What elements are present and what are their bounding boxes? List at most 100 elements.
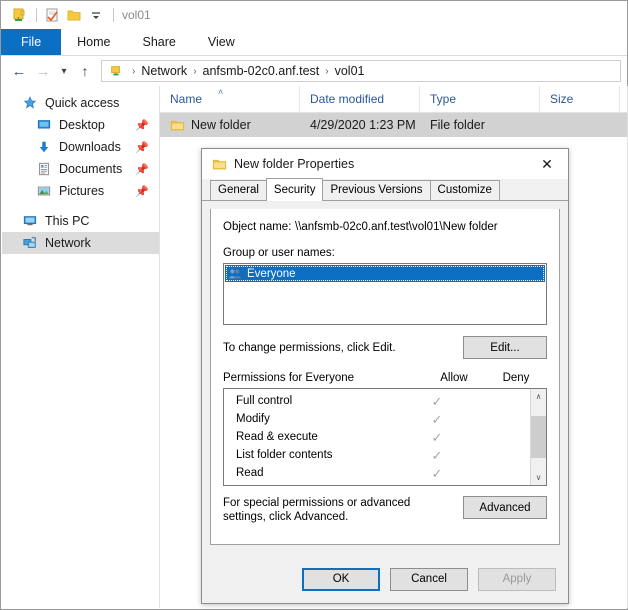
tab-general[interactable]: General (210, 180, 267, 200)
allow-checkbox[interactable]: ✓ (406, 449, 468, 462)
folder-icon[interactable] (64, 5, 84, 25)
check-icon: ✓ (431, 393, 443, 409)
pin-icon[interactable]: 📌 (135, 119, 149, 132)
allow-checkbox[interactable]: ✓ (406, 467, 468, 480)
permission-row[interactable]: Read ✓ (224, 464, 530, 482)
sidebar-item-quick-access[interactable]: Quick access (2, 92, 159, 114)
pin-icon[interactable]: 📌 (135, 185, 149, 198)
column-header-size[interactable]: Size (540, 86, 620, 112)
table-row[interactable]: New folder 4/29/2020 1:23 PM File folder (160, 113, 628, 137)
column-header-date-modified[interactable]: Date modified (300, 86, 420, 112)
sidebar-item-desktop[interactable]: Desktop 📌 (2, 114, 159, 136)
permission-row[interactable]: Full control ✓ (224, 392, 530, 410)
breadcrumb-server[interactable]: anfsmb-02c0.anf.test (201, 64, 322, 78)
column-headers: ˄ Name Date modified Type Size (160, 86, 628, 113)
close-icon[interactable]: ✕ (526, 150, 568, 179)
tab-share[interactable]: Share (127, 29, 192, 55)
scrollbar-thumb[interactable] (531, 416, 546, 458)
permission-label: Read (236, 467, 264, 479)
permissions-listbox[interactable]: Full control ✓ Modify ✓ Read & execute ✓… (223, 388, 547, 486)
sidebar-label: Downloads (59, 140, 121, 154)
tab-home[interactable]: Home (61, 29, 126, 55)
pictures-icon (36, 183, 52, 199)
sidebar-item-this-pc[interactable]: This PC (2, 210, 159, 232)
cell-type: File folder (430, 118, 485, 132)
sidebar-label: This PC (45, 214, 90, 228)
object-name-value: \\anfsmb-02c0.anf.test\vol01\New folder (295, 221, 498, 233)
folder-pin-icon[interactable] (9, 5, 29, 25)
properties-checkmark-icon[interactable] (42, 5, 62, 25)
column-label: Type (430, 92, 457, 106)
scroll-up-icon[interactable]: ∧ (531, 389, 546, 404)
pin-icon[interactable]: 📌 (135, 141, 149, 154)
recent-locations-button[interactable]: ▾ (55, 60, 73, 82)
permission-label: Modify (236, 413, 270, 425)
window-title: vol01 (122, 8, 151, 22)
network-icon (22, 235, 38, 251)
dialog-tab-bar: General Security Previous Versions Custo… (202, 178, 568, 201)
scrollbar-track[interactable] (531, 404, 546, 470)
advanced-hint: For special permissions or advanced sett… (223, 497, 411, 523)
ok-button[interactable]: OK (302, 567, 380, 591)
column-label: Name (170, 92, 203, 106)
cell-name: New folder (160, 113, 300, 137)
sidebar-item-downloads[interactable]: Downloads 📌 (2, 136, 159, 158)
permissions-for-label: Permissions for Everyone (223, 372, 355, 384)
sort-ascending-icon: ˄ (218, 87, 224, 97)
object-name-row: Object name: \\anfsmb-02c0.anf.test\vol0… (223, 221, 547, 233)
permission-row[interactable]: List folder contents ✓ (224, 446, 530, 464)
sidebar-item-network[interactable]: Network (2, 232, 159, 254)
scroll-down-icon[interactable]: ∨ (531, 470, 546, 485)
dialog-footer: OK Cancel Apply (202, 555, 568, 603)
file-name: New folder (191, 118, 251, 132)
pin-icon[interactable]: 📌 (135, 163, 149, 176)
up-button[interactable]: ↑ (73, 60, 97, 82)
sidebar-label: Desktop (59, 118, 105, 132)
back-button[interactable]: ← (7, 60, 31, 82)
column-header-type[interactable]: Type (420, 86, 540, 112)
tab-view[interactable]: View (192, 29, 251, 55)
column-header-name[interactable]: ˄ Name (160, 86, 300, 112)
tab-file[interactable]: File (1, 29, 62, 55)
permission-row[interactable]: Read & execute ✓ (224, 428, 530, 446)
crumb-separator: › (193, 65, 197, 77)
tab-security[interactable]: Security (265, 178, 324, 201)
title-bar: vol01 (1, 1, 627, 29)
customize-dropdown-icon[interactable] (86, 5, 106, 25)
properties-dialog: New folder Properties ✕ General Security… (201, 148, 569, 604)
address-bar: ← → ▾ ↑ › Network › anfsmb-02c0.anf.test… (1, 56, 627, 86)
apply-button[interactable]: Apply (478, 567, 556, 591)
tab-previous-versions[interactable]: Previous Versions (322, 180, 431, 200)
security-tab-panel: Object name: \\anfsmb-02c0.anf.test\vol0… (210, 209, 560, 545)
breadcrumb-share[interactable]: vol01 (333, 64, 367, 78)
sidebar-label: Quick access (45, 96, 120, 110)
advanced-button[interactable]: Advanced (463, 496, 547, 519)
crumb-separator: › (325, 65, 329, 77)
folder-icon (170, 118, 185, 133)
cancel-button[interactable]: Cancel (390, 567, 468, 591)
downloads-arrow-icon (36, 139, 52, 155)
breadcrumb-network[interactable]: Network (139, 64, 189, 78)
documents-icon (36, 161, 52, 177)
toolbar-separator (36, 8, 37, 22)
allow-checkbox[interactable]: ✓ (406, 413, 468, 426)
address-input[interactable]: › Network › anfsmb-02c0.anf.test › vol01 (101, 60, 621, 82)
title-separator (113, 8, 114, 22)
column-label: Date modified (310, 92, 385, 106)
dialog-title: New folder Properties (234, 157, 355, 171)
forward-button[interactable]: → (31, 60, 55, 82)
sidebar-item-pictures[interactable]: Pictures 📌 (2, 180, 159, 202)
group-user-listbox[interactable]: Everyone (223, 263, 547, 325)
list-item[interactable]: Everyone (225, 265, 545, 282)
change-permissions-row: To change permissions, click Edit. Edit.… (223, 336, 547, 359)
tab-customize[interactable]: Customize (429, 180, 500, 200)
edit-button[interactable]: Edit... (463, 336, 547, 359)
navigation-pane: Quick access Desktop 📌 Downloads 📌 Docum… (2, 86, 160, 608)
permissions-scrollbar[interactable]: ∧ ∨ (530, 389, 546, 485)
sidebar-item-documents[interactable]: Documents 📌 (2, 158, 159, 180)
allow-checkbox[interactable]: ✓ (406, 395, 468, 408)
network-computer-icon (106, 61, 126, 81)
allow-checkbox[interactable]: ✓ (406, 431, 468, 444)
permission-row[interactable]: Modify ✓ (224, 410, 530, 428)
